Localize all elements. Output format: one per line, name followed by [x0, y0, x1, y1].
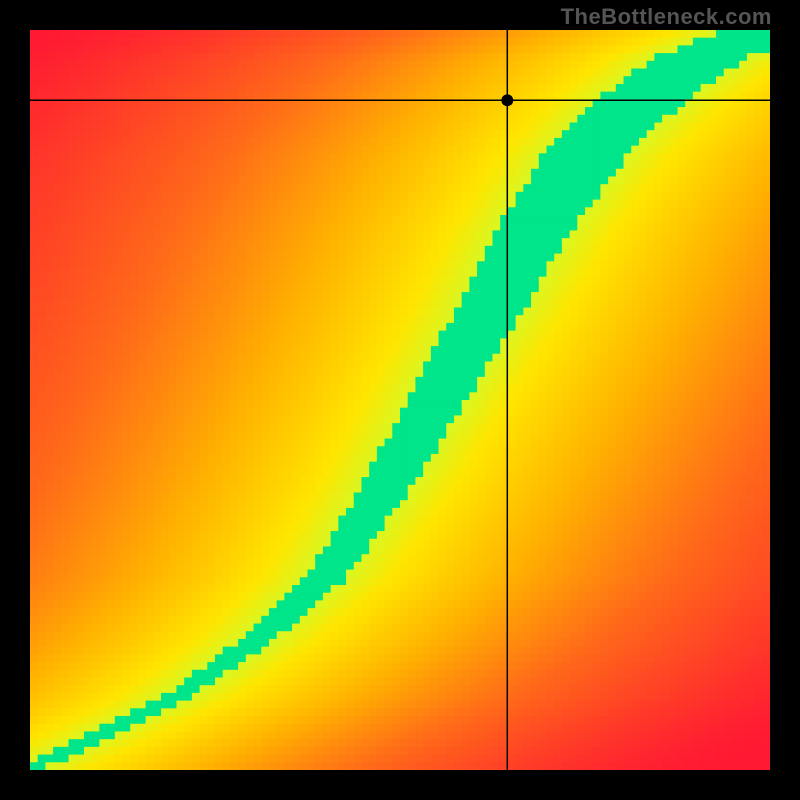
watermark-text: TheBottleneck.com: [561, 4, 772, 30]
chart-container: TheBottleneck.com: [0, 0, 800, 800]
bottleneck-heatmap: [30, 30, 770, 770]
